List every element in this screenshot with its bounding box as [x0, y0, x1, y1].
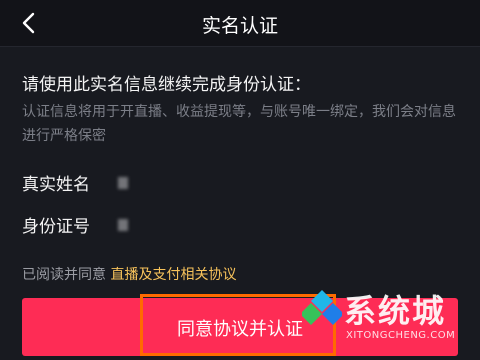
top-bar: 实名认证 — [0, 0, 480, 46]
watermark: 系统城 XITONGCHENG.COM — [302, 284, 478, 360]
real-name-value-masked — [118, 177, 128, 189]
header-divider — [0, 46, 480, 47]
id-number-label: 身份证号 — [22, 217, 90, 237]
watermark-title: 系统城 — [344, 292, 447, 330]
agreement-prefix: 已阅读并同意 — [22, 267, 106, 283]
real-name-label: 真实姓名 — [22, 175, 90, 195]
page-title: 实名认证 — [201, 15, 278, 37]
watermark-logo-icon — [302, 290, 342, 325]
agreement-link[interactable]: 直播及支付相关协议 — [110, 267, 236, 283]
section-heading: 请使用此实名信息继续完成身份认证： — [22, 75, 311, 95]
privacy-description: 认证信息将用于开直播、收益提现等，与账号唯一绑定，我们会对信息进行严格保密 — [22, 104, 456, 144]
watermark-subtitle: XITONGCHENG.COM — [346, 330, 456, 341]
id-number-value-masked — [118, 219, 128, 231]
agreement-text: 已阅读并同意 直播及支付相关协议 — [22, 264, 236, 284]
